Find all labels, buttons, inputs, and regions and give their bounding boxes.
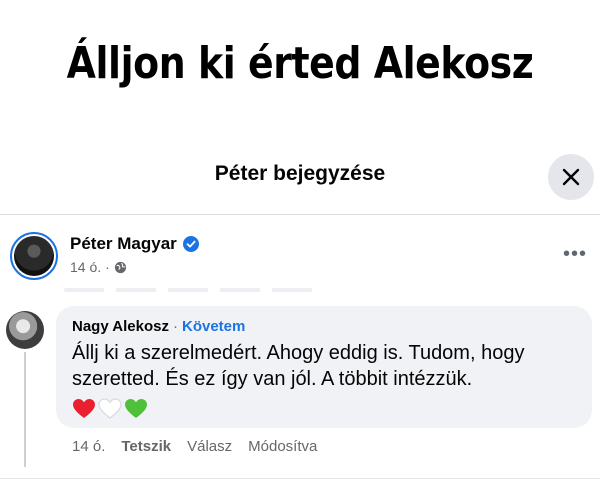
post-more-button[interactable]: ••• [563,243,587,266]
close-button[interactable] [548,154,594,200]
comment-actions: 14 ó. Tetszik Válasz Módosítva [72,438,317,455]
comment-emojis [72,398,576,420]
like-button[interactable]: Tetszik [121,438,171,455]
comment-author-name[interactable]: Nagy Alekosz [72,318,169,335]
comment-bubble: Nagy Alekosz · Követem Állj ki a szerelm… [56,306,592,428]
white-heart-icon [98,398,122,419]
close-icon [562,168,580,186]
post-author-avatar[interactable] [10,232,58,280]
post-meta: 14 ó. · [70,259,127,275]
globe-icon [114,261,126,273]
comment-separator: · [172,318,178,335]
follow-button[interactable]: Követem [182,318,245,335]
edited-label[interactable]: Módosítva [248,438,317,455]
green-heart-icon [125,399,147,418]
verified-badge-icon [182,236,199,252]
comment-text: Állj ki a szerelmedért. Ahogy eddig is. … [72,342,525,390]
post-author-name[interactable]: Péter Magyar [70,234,177,254]
header-divider [0,214,600,215]
dialog-title: Péter bejegyzése [214,162,386,185]
faded-separator [64,288,324,292]
meta-separator: · [105,259,110,275]
comment-time[interactable]: 14 ó. [72,438,105,455]
bottom-divider [0,478,600,479]
headline: Álljon ki érted Alekosz [66,38,534,89]
comment-author-avatar[interactable] [6,311,44,349]
reply-button[interactable]: Válasz [187,438,232,455]
post-time[interactable]: 14 ó. [70,259,101,275]
post-author-row: Péter Magyar [70,234,199,254]
red-heart-icon [73,399,95,418]
thread-line [24,352,26,467]
